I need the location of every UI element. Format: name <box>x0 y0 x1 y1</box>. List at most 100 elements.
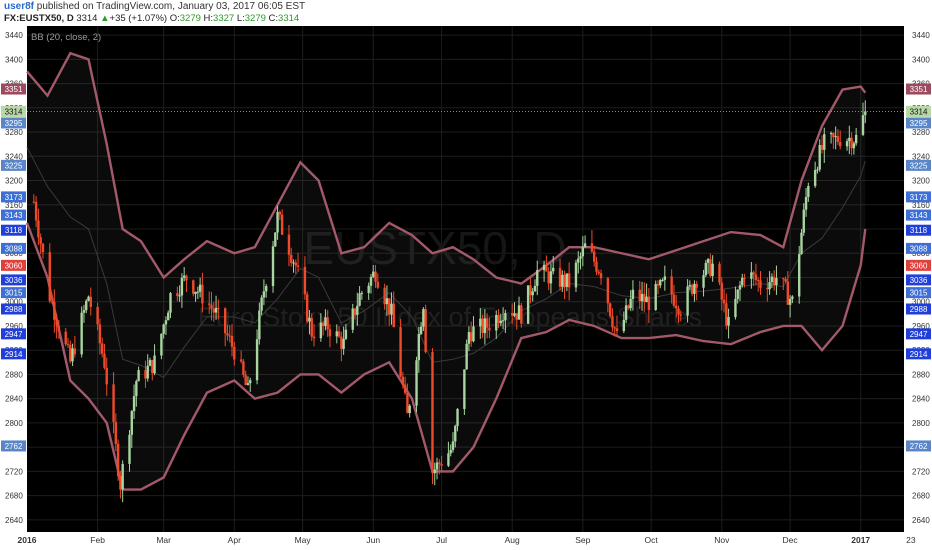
candle-body <box>770 276 774 283</box>
candle-body <box>148 360 152 366</box>
candle-body <box>631 289 635 299</box>
candle-body <box>663 276 667 280</box>
x-tick-label: Mar <box>156 535 171 545</box>
candle-body <box>103 353 106 368</box>
candle-body <box>69 344 72 362</box>
candle-body <box>520 305 523 324</box>
y-tick-label: 2800 <box>5 419 23 428</box>
price-tag-label: 3036 <box>910 276 928 285</box>
candle-body <box>80 312 83 355</box>
candle-body <box>813 169 817 186</box>
candle-body <box>839 142 842 147</box>
candle-body <box>223 308 227 334</box>
candle-body <box>369 276 373 286</box>
price-tag-label: 3060 <box>5 261 23 270</box>
price-tag-label: 3143 <box>910 211 928 220</box>
candle-body <box>449 449 452 454</box>
price-tag-label: 3225 <box>910 161 928 170</box>
last-price: 3314 <box>76 13 98 24</box>
candle-body <box>709 259 712 276</box>
candle-body <box>595 261 598 272</box>
candle-body <box>342 338 345 349</box>
price-tag-label: 2762 <box>5 442 23 451</box>
candle-body <box>153 355 156 374</box>
x-tick-label: Feb <box>90 535 105 545</box>
candle-body <box>526 285 530 324</box>
candle-body <box>734 298 737 318</box>
y-tick-label: 3200 <box>5 177 23 186</box>
price-tag-label: 3225 <box>5 161 23 170</box>
candle-body <box>57 325 61 332</box>
candle-body <box>463 369 466 409</box>
candle-body <box>276 211 279 233</box>
candle-body <box>469 332 473 342</box>
price-tag-label: 3015 <box>910 289 928 298</box>
price-chart[interactable]: EUSTX50, D Euro Stoxx 50 Index of Europe… <box>0 26 932 550</box>
candle-body <box>383 287 386 305</box>
candle-body <box>531 291 534 296</box>
candle-body <box>374 271 377 282</box>
candle-body <box>308 317 311 322</box>
candle-body <box>529 285 532 296</box>
publish-line: user8f published on TradingView.com, Jan… <box>4 1 305 12</box>
candle-body <box>615 328 619 332</box>
candle-body <box>577 258 580 263</box>
candle-body <box>497 315 500 324</box>
candle-body <box>456 408 459 427</box>
candle-body <box>834 136 837 138</box>
candle-body <box>399 327 402 377</box>
y-tick-label: 2880 <box>912 370 930 379</box>
candle-body <box>217 307 220 309</box>
indicator-legend[interactable]: BB (20, close, 2) <box>31 32 101 43</box>
candle-body <box>180 277 184 296</box>
candle-body <box>854 134 858 144</box>
author-link[interactable]: user8f <box>4 1 34 12</box>
x-tick-label: Aug <box>505 535 520 545</box>
candle-body <box>50 301 54 303</box>
candle-body <box>137 370 140 382</box>
price-tag-label: 3314 <box>910 107 928 116</box>
candle-body <box>48 252 51 302</box>
candle-body <box>768 282 771 290</box>
close-label: C: <box>268 13 279 24</box>
candle-body <box>292 262 295 264</box>
candle-body <box>319 322 323 339</box>
candle-body <box>87 296 90 301</box>
candle-body <box>66 343 70 345</box>
candle-body <box>244 374 247 385</box>
candle-body <box>629 298 632 309</box>
candle-body <box>258 310 261 340</box>
chart-header: user8f published on TradingView.com, Jan… <box>0 0 932 26</box>
candle-body <box>296 265 300 267</box>
price-tag-label: 3036 <box>5 276 23 285</box>
y-tick-label: 3440 <box>912 31 930 40</box>
candle-body <box>392 303 395 328</box>
price-tag-label: 3351 <box>910 85 928 94</box>
candle-body <box>321 322 325 326</box>
candle-body <box>479 318 482 327</box>
y-tick-label: 3400 <box>5 55 23 64</box>
price-tag-label: 3015 <box>5 289 23 298</box>
price-tag-label: 3173 <box>910 193 928 202</box>
candle-body <box>679 314 682 316</box>
candle-body <box>274 232 277 247</box>
symbol-name[interactable]: FX:EUSTX50, D <box>4 13 74 24</box>
candle-body <box>260 297 263 311</box>
candle-body <box>861 115 865 135</box>
candle-body <box>690 285 694 294</box>
x-tick-label: Jul <box>436 535 447 545</box>
candle-body <box>488 327 491 331</box>
candle-body <box>495 315 498 331</box>
y-tick-label: 3280 <box>5 128 23 137</box>
candle-body <box>542 264 546 271</box>
candle-body <box>727 317 730 326</box>
candle-body <box>185 275 188 281</box>
x-tick-label: Nov <box>714 535 730 545</box>
candle-body <box>718 263 721 283</box>
candle-body <box>121 463 124 490</box>
candle-body <box>64 331 67 344</box>
candle-body <box>567 273 571 288</box>
x-tick-label: Jun <box>366 535 380 545</box>
candle-body <box>852 143 856 149</box>
candle-body <box>360 292 364 294</box>
